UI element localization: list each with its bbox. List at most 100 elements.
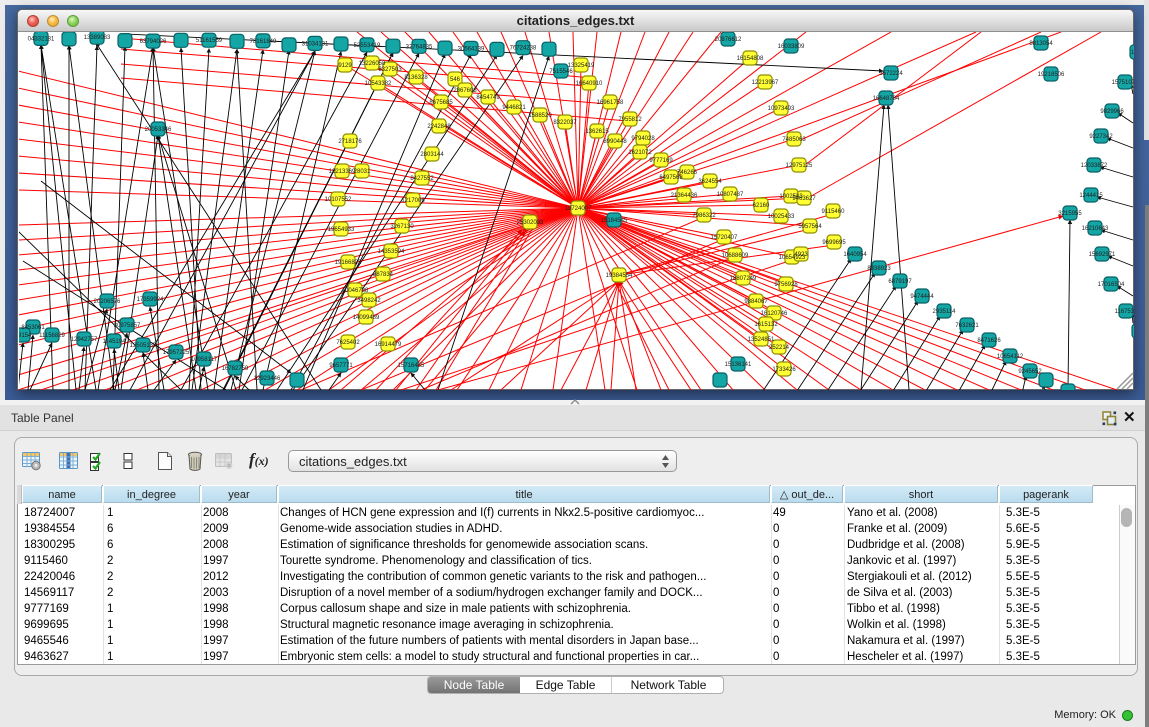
svg-text:18807249: 18807249: [730, 276, 757, 282]
svg-text:15184545: 15184545: [601, 218, 628, 224]
svg-text:20876612: 20876612: [715, 37, 742, 43]
svg-text:1621072: 1621072: [628, 150, 652, 156]
svg-text:10046788: 10046788: [342, 288, 369, 294]
svg-text:9657771: 9657771: [329, 363, 353, 369]
svg-text:2935114: 2935114: [933, 309, 957, 315]
svg-text:9463627: 9463627: [792, 196, 816, 202]
svg-text:15136141: 15136141: [725, 362, 752, 368]
svg-text:30975857: 30975857: [114, 323, 141, 329]
svg-text:8427552: 8427552: [410, 176, 434, 182]
svg-text:16120746: 16120746: [761, 311, 788, 317]
svg-text:15716485: 15716485: [398, 363, 425, 369]
svg-text:21364436: 21364436: [671, 193, 698, 199]
svg-text:15692971: 15692971: [1089, 252, 1116, 258]
svg-text:17016504: 17016504: [1098, 282, 1125, 288]
svg-text:9129: 9129: [338, 63, 352, 69]
svg-text:10107552: 10107552: [325, 197, 352, 203]
svg-text:78161849: 78161849: [250, 39, 277, 45]
svg-text:9245652: 9245652: [1018, 369, 1042, 375]
svg-text:16210643: 16210643: [1082, 226, 1109, 232]
svg-text:9884067: 9884067: [744, 299, 768, 305]
svg-text:1112: 1112: [1131, 50, 1134, 56]
svg-text:1167533: 1167533: [1115, 309, 1134, 315]
svg-text:3572224: 3572224: [879, 71, 903, 77]
svg-text:19166822: 19166822: [335, 260, 362, 266]
svg-text:887834: 887834: [373, 272, 394, 278]
svg-text:51161559: 51161559: [196, 38, 223, 44]
svg-text:2803144: 2803144: [420, 152, 444, 158]
svg-text:16782759: 16782759: [222, 366, 249, 372]
svg-text:1640954: 1640954: [843, 252, 867, 258]
svg-text:12923446: 12923446: [254, 376, 281, 382]
svg-text:13325419: 13325419: [568, 63, 595, 69]
svg-text:12033872: 12033872: [1081, 163, 1108, 169]
svg-text:9474444: 9474444: [910, 294, 934, 300]
svg-text:12213369: 12213369: [329, 169, 356, 175]
svg-text:8675685: 8675685: [429, 100, 453, 106]
svg-text:7515546: 7515546: [549, 69, 573, 75]
svg-text:1733426: 1733426: [772, 367, 796, 373]
svg-text:3215955: 3215955: [1058, 211, 1082, 217]
svg-text:39154: 39154: [19, 333, 32, 339]
svg-text:252214: 252214: [769, 345, 790, 351]
svg-text:63794026: 63794026: [140, 39, 167, 45]
svg-text:9794028: 9794028: [631, 136, 655, 142]
svg-text:19654933: 19654933: [328, 227, 355, 233]
svg-text:15720407: 15720407: [711, 235, 738, 241]
svg-text:10807487: 10807487: [717, 192, 744, 198]
svg-text:3624554: 3624554: [698, 179, 722, 185]
svg-text:9446821: 9446821: [502, 105, 526, 111]
svg-text:10958117: 10958117: [191, 357, 218, 363]
svg-text:19218506: 19218506: [1038, 72, 1065, 78]
svg-text:1145194: 1145194: [103, 339, 127, 345]
svg-text:7986322: 7986322: [692, 213, 716, 219]
svg-text:10654112: 10654112: [997, 354, 1024, 360]
svg-text:2718176: 2718176: [338, 139, 362, 145]
svg-text:25302033: 25302033: [517, 220, 544, 226]
svg-text:8990448: 8990448: [603, 139, 627, 145]
svg-text:17957225: 17957225: [163, 350, 190, 356]
svg-text:16648784: 16648784: [873, 96, 900, 102]
svg-text:2242848: 2242848: [427, 124, 451, 130]
svg-text:8938923: 8938923: [867, 266, 891, 272]
svg-text:8136328: 8136328: [404, 75, 428, 81]
svg-text:4923: 4923: [794, 252, 808, 258]
svg-text:28031: 28031: [354, 169, 371, 175]
svg-text:62160: 62160: [753, 203, 770, 209]
svg-text:13524851: 13524851: [748, 337, 775, 343]
svg-text:31034131: 31034131: [302, 41, 329, 47]
svg-text:1588520: 1588520: [528, 113, 552, 119]
svg-text:16961758: 16961758: [597, 100, 624, 106]
svg-text:8454749: 8454749: [476, 95, 500, 101]
svg-text:14353594: 14353594: [378, 249, 405, 255]
svg-text:7955812: 7955812: [618, 117, 642, 123]
svg-text:32764835: 32764835: [406, 44, 433, 50]
svg-text:52553419: 52553419: [354, 43, 381, 49]
svg-text:546: 546: [450, 77, 461, 83]
svg-text:30564139: 30564139: [458, 46, 485, 52]
svg-text:9829966: 9829966: [1100, 109, 1124, 115]
svg-text:13389083: 13389083: [84, 35, 111, 41]
svg-text:15751074: 15751074: [1112, 80, 1134, 86]
svg-text:1615132: 1615132: [754, 322, 778, 328]
svg-text:11156829: 11156829: [39, 333, 65, 339]
svg-text:18724007: 18724007: [565, 206, 592, 212]
svg-text:6879197: 6879197: [888, 279, 912, 285]
svg-text:76724238: 76724238: [510, 46, 537, 52]
svg-text:16914479: 16914479: [375, 342, 402, 348]
svg-text:9756928: 9756928: [774, 282, 798, 288]
svg-text:9699695: 9699695: [822, 240, 846, 246]
svg-text:746266: 746266: [677, 170, 698, 176]
svg-text:3267130: 3267130: [390, 224, 414, 230]
svg-text:1244415: 1244415: [1079, 193, 1103, 199]
svg-text:17359924: 17359924: [137, 297, 164, 303]
svg-text:10025433: 10025433: [768, 214, 795, 220]
svg-text:10973493: 10973493: [768, 106, 795, 112]
svg-text:8471626: 8471626: [977, 338, 1001, 344]
svg-text:16154808: 16154808: [737, 56, 764, 62]
svg-text:9777169: 9777169: [649, 158, 673, 164]
svg-text:12975125: 12975125: [786, 163, 813, 169]
svg-text:12505135: 12505135: [130, 343, 157, 349]
svg-text:7632621: 7632621: [955, 323, 979, 329]
svg-text:14099489: 14099489: [353, 315, 380, 321]
